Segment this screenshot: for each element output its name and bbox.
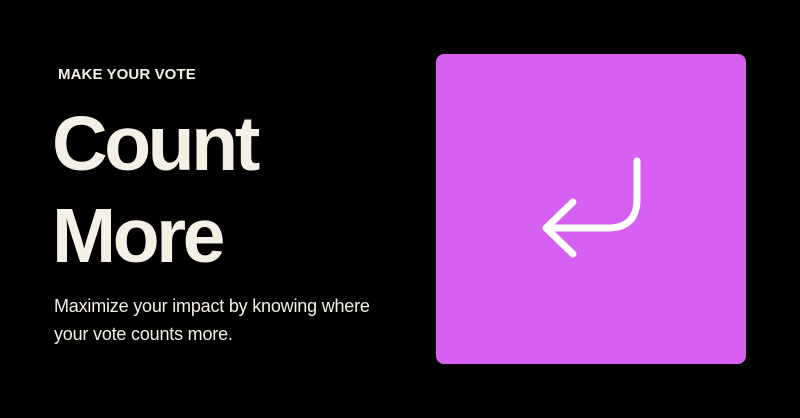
eyebrow-label: MAKE YOUR VOTE [58, 66, 196, 83]
arrow-card [436, 54, 746, 364]
hero-description: Maximize your impact by knowing where yo… [54, 296, 370, 344]
headline: Count More [52, 98, 260, 282]
headline-line-1: Count [52, 101, 260, 187]
corner-down-left-arrow-icon [542, 157, 641, 258]
headline-line-2: More [52, 193, 225, 279]
